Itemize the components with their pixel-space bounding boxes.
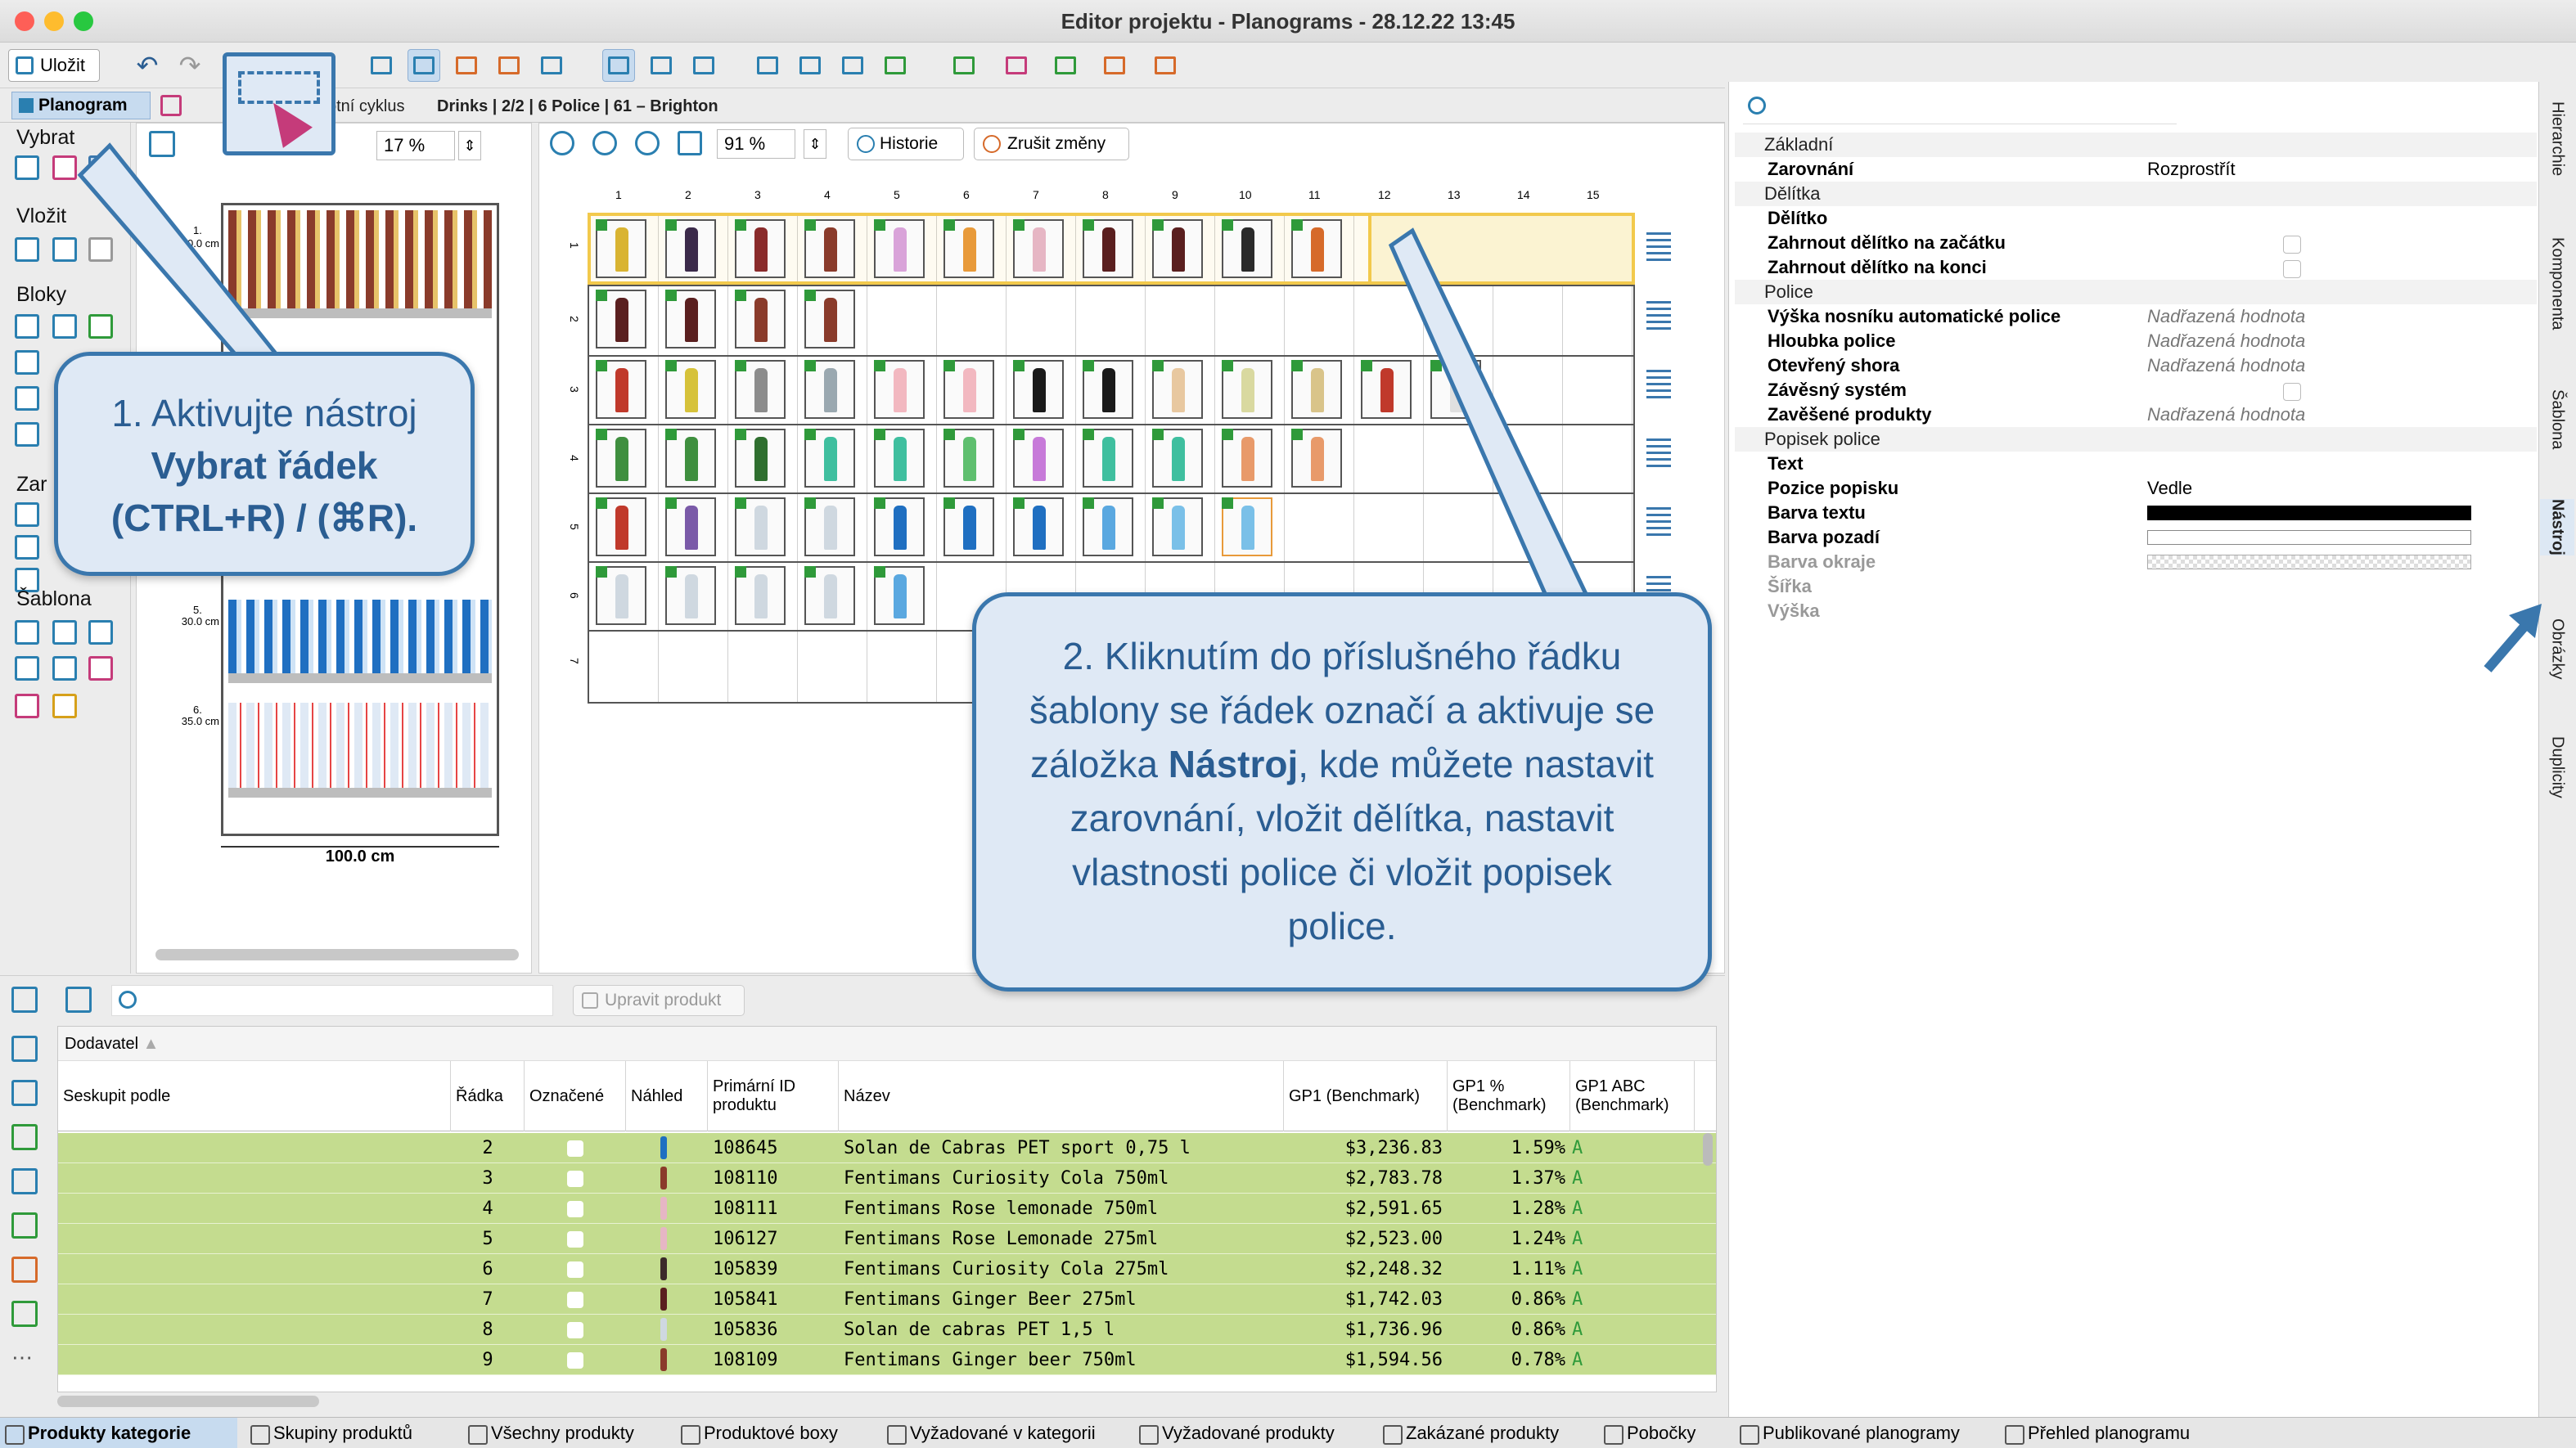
callout-step-1: 1. Aktivujte nástroj Vybrat řádek (CTRL+… [54, 352, 475, 576]
callout-2-pointer [1388, 227, 1591, 600]
callout-2-bold-word: Nástroj [1168, 743, 1299, 785]
callout-1-line-3: (CTRL+R) / (⌘R). [110, 497, 418, 539]
callout-1-line-1: 1. Aktivujte nástroj [111, 392, 417, 434]
callout-1-pointer [77, 142, 283, 359]
select-row-tool-zoom [223, 52, 336, 155]
tool-tab-arrow [2484, 618, 2533, 672]
app-window: Editor projektu - Planograms - 28.12.22 … [0, 0, 2576, 1448]
callout-step-2: 2. Kliknutím do příslušného řádku šablon… [972, 592, 1712, 992]
callout-1-line-2: Vybrat řádek [151, 444, 378, 487]
